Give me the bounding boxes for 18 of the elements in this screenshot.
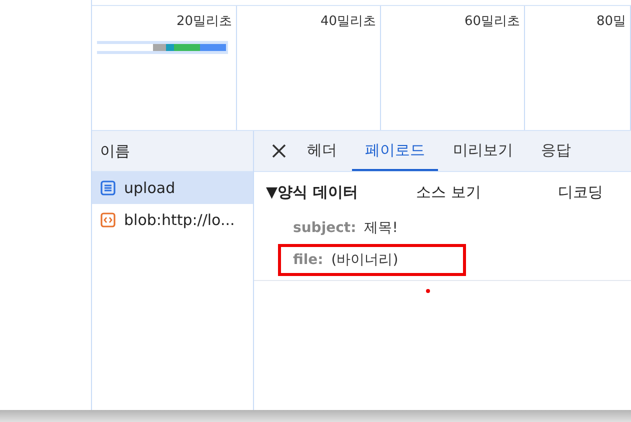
detail-tab[interactable]: 헤더	[294, 131, 350, 171]
form-field-row-text: subject: 제목!	[292, 218, 399, 238]
code-icon	[100, 212, 116, 228]
close-icon	[272, 144, 286, 158]
time-tick-label: 80밀	[596, 13, 626, 31]
form-field-row: file: (바이너리)	[278, 244, 466, 276]
detail-tab[interactable]: 페이로드	[352, 131, 438, 171]
form-data-heading[interactable]: ▼양식 데이터	[266, 180, 416, 204]
request-row[interactable]: upload	[92, 172, 253, 204]
view-source-link[interactable]: 소스 보기	[416, 180, 558, 204]
detail-tab[interactable]: 응답	[528, 131, 584, 171]
document-icon	[100, 180, 116, 196]
time-tick-label: 60밀리초	[464, 13, 520, 31]
detail-tab[interactable]: 미리보기	[440, 131, 526, 171]
name-column-header: 이름	[92, 131, 253, 172]
view-decoded-link[interactable]: 디코딩	[558, 180, 603, 204]
time-tick-label: 20밀리초	[176, 13, 232, 31]
time-tick-label: 40밀리초	[320, 13, 376, 31]
